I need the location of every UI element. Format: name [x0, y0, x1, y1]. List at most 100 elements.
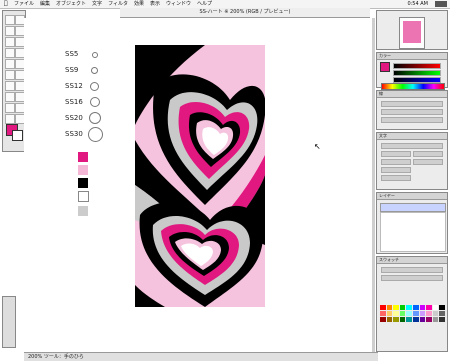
layer-list[interactable] [380, 212, 446, 252]
palette-swatch[interactable] [419, 311, 426, 316]
kerning-field[interactable] [381, 159, 411, 165]
size-circle-ss20 [89, 112, 101, 124]
palette-swatch[interactable] [419, 317, 426, 322]
menu-help[interactable]: ヘルプ [197, 0, 212, 8]
palette-swatch[interactable] [426, 311, 432, 316]
size-circle-ss16 [90, 97, 100, 107]
menu-window[interactable]: ウィンドウ [166, 0, 191, 8]
pen-tool-icon[interactable] [5, 37, 15, 47]
size-label-ss30: SS30 [65, 130, 83, 138]
swatches-panel: スウォッチ [376, 256, 448, 352]
font-size-field[interactable] [381, 151, 411, 157]
palette-swatch[interactable] [399, 317, 406, 322]
menu-effect[interactable]: 効果 [134, 0, 144, 8]
menu-list: ファイル 編集 オブジェクト 文字 フィルタ 効果 表示 ウィンドウ ヘルプ [14, 0, 212, 8]
hand-tool-icon[interactable] [5, 114, 15, 124]
color-fill-swatch[interactable] [380, 62, 390, 72]
stroke-cap-options[interactable] [381, 109, 443, 115]
stroke-join-options[interactable] [381, 117, 443, 123]
palette-swatch[interactable] [380, 305, 386, 310]
palette-swatch[interactable] [439, 317, 445, 322]
font-family-field[interactable] [381, 143, 443, 149]
palette-swatch[interactable] [419, 305, 426, 310]
swatch-grid[interactable] [380, 305, 445, 322]
size-label-ss9: SS9 [65, 66, 79, 74]
swatches-panel-title[interactable]: スウォッチ [377, 257, 447, 264]
palette-swatch[interactable] [426, 305, 432, 310]
palette-swatch[interactable] [393, 317, 399, 322]
character-panel-title[interactable]: 文字 [377, 133, 447, 140]
tool-palette [2, 10, 26, 152]
menu-view[interactable]: 表示 [150, 0, 160, 8]
magic-wand-tool-icon[interactable] [5, 26, 15, 36]
warp-tool-icon[interactable] [5, 81, 15, 91]
apple-menu-icon[interactable]:  [4, 0, 11, 8]
menu-filter[interactable]: フィルタ [108, 0, 128, 8]
palette-swatch[interactable] [393, 305, 399, 310]
palette-swatch[interactable] [386, 305, 393, 310]
size-circle-ss12 [90, 82, 99, 91]
paintbrush-tool-icon[interactable] [5, 59, 15, 69]
symbol-sprayer-tool-icon[interactable] [5, 92, 15, 102]
palette-swatch[interactable] [432, 317, 439, 322]
artwork[interactable] [135, 45, 265, 307]
swatch-white[interactable] [78, 191, 89, 202]
palette-swatch[interactable] [426, 317, 432, 322]
zoom-level[interactable]: 200% [28, 354, 42, 360]
baseline-field[interactable] [381, 175, 411, 181]
layers-panel-title[interactable]: レイヤー [377, 193, 447, 200]
layer-row[interactable] [380, 203, 446, 212]
palette-swatch[interactable] [412, 305, 419, 310]
application-icon[interactable] [435, 1, 447, 7]
swatch-black[interactable] [78, 178, 88, 188]
navigator-thumbnail[interactable] [399, 17, 425, 49]
palette-swatch[interactable] [380, 311, 386, 316]
scale-field[interactable] [381, 167, 411, 173]
palette-swatch[interactable] [399, 305, 406, 310]
size-circle-ss5 [92, 52, 98, 58]
red-slider[interactable] [393, 63, 441, 69]
rotate-tool-icon[interactable] [5, 70, 15, 80]
palette-swatch[interactable] [432, 305, 439, 310]
swatch-options-row[interactable] [381, 267, 443, 273]
stroke-panel: 線 [376, 90, 448, 130]
menu-edit[interactable]: 編集 [40, 0, 50, 8]
green-slider[interactable] [393, 70, 441, 76]
palette-swatch[interactable] [399, 311, 406, 316]
stroke-panel-title[interactable]: 線 [377, 91, 447, 98]
vertical-scrollbar[interactable] [372, 18, 375, 352]
palette-swatch[interactable] [386, 317, 393, 322]
swatch-library-row[interactable] [381, 275, 443, 281]
color-panel-title[interactable]: カラー [377, 53, 447, 60]
status-info: ツール：手のひら [43, 354, 84, 360]
size-circle-ss9 [91, 67, 98, 74]
palette-swatch[interactable] [406, 311, 412, 316]
palette-swatch[interactable] [406, 305, 412, 310]
navigator-panel [376, 10, 448, 50]
size-label-ss20: SS20 [65, 114, 83, 122]
stroke-color-swatch[interactable] [12, 130, 23, 141]
menu-type[interactable]: 文字 [92, 0, 102, 8]
palette-swatch[interactable] [432, 311, 439, 316]
eyedropper-tool-icon[interactable] [5, 103, 15, 113]
palette-swatch[interactable] [380, 317, 386, 322]
line-tool-icon[interactable] [5, 48, 15, 58]
palette-swatch[interactable] [406, 317, 412, 322]
swatch-magenta[interactable] [78, 152, 88, 162]
palette-swatch[interactable] [412, 317, 419, 322]
palette-swatch[interactable] [439, 311, 445, 316]
stroke-weight-field[interactable] [381, 101, 443, 107]
menu-file[interactable]: ファイル [14, 0, 34, 8]
palette-swatch[interactable] [439, 305, 445, 310]
swatch-gray[interactable] [78, 206, 88, 216]
swatch-pink[interactable] [78, 165, 88, 175]
color-spectrum[interactable] [381, 83, 445, 90]
tracking-field[interactable] [413, 159, 443, 165]
leading-field[interactable] [413, 151, 443, 157]
palette-swatch[interactable] [393, 311, 399, 316]
screen-mode-buttons[interactable] [2, 296, 16, 348]
palette-swatch[interactable] [386, 311, 393, 316]
palette-swatch[interactable] [412, 311, 419, 316]
selection-tool-icon[interactable] [5, 15, 15, 25]
menu-object[interactable]: オブジェクト [56, 0, 86, 8]
